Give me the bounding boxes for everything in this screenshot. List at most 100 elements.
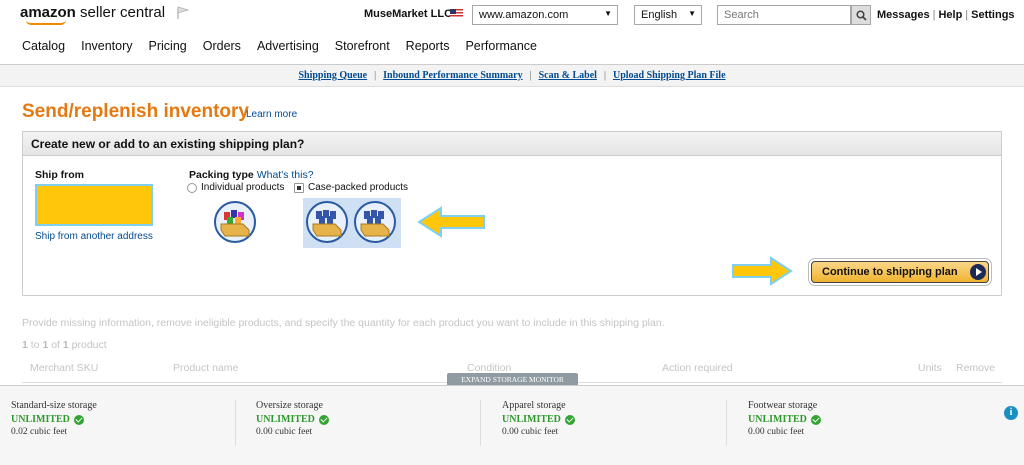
range-to: to xyxy=(30,339,40,351)
ship-from-another-link[interactable]: Ship from another address xyxy=(35,231,153,242)
storage-status: UNLIMITED xyxy=(256,414,481,425)
nav-catalog[interactable]: Catalog xyxy=(22,39,65,55)
case-packed-icon xyxy=(354,201,396,243)
range-total: 1 xyxy=(62,339,69,351)
top-bar: amazon seller central MuseMarket LLC www… xyxy=(0,0,1024,30)
help-link[interactable]: Help xyxy=(938,9,962,21)
chevron-down-icon: ▼ xyxy=(688,9,696,18)
storage-footwear: Footwear storage UNLIMITED 0.00 cubic fe… xyxy=(748,400,973,437)
individual-products-option[interactable]: Individual products xyxy=(187,182,284,193)
continue-to-shipping-plan-button[interactable]: Continue to shipping plan xyxy=(811,261,989,283)
divider: | xyxy=(965,9,969,21)
nav-inventory[interactable]: Inventory xyxy=(81,39,132,55)
col-remove[interactable]: Remove xyxy=(956,362,995,374)
learn-more-link[interactable]: Learn more xyxy=(246,109,297,120)
messages-link[interactable]: Messages xyxy=(877,9,930,21)
col-units[interactable]: Units xyxy=(918,362,942,374)
check-icon xyxy=(564,414,575,425)
storage-amount: 0.00 cubic feet xyxy=(256,427,313,437)
result-range: 1 to 1 of 1 product xyxy=(22,339,107,351)
range-end: 1 xyxy=(42,339,49,351)
scan-label-link[interactable]: Scan & Label xyxy=(539,70,597,81)
check-icon xyxy=(73,414,84,425)
marketplace-select[interactable]: www.amazon.com ▼ xyxy=(472,5,618,25)
case-packed-radio[interactable] xyxy=(294,182,304,193)
storage-label: Oversize storage xyxy=(256,400,323,411)
seller-central-logo[interactable]: amazon seller central xyxy=(20,4,165,21)
settings-link[interactable]: Settings xyxy=(971,9,1014,21)
nav-reports[interactable]: Reports xyxy=(406,39,450,55)
expand-storage-monitor-tab[interactable]: EXPAND STORAGE MONITOR xyxy=(447,373,578,385)
search-button[interactable] xyxy=(851,5,871,25)
sub-nav: Shipping Queue | Inbound Performance Summa… xyxy=(0,64,1024,87)
storage-status: UNLIMITED xyxy=(748,414,973,425)
divider: | xyxy=(603,70,606,81)
flag-icon[interactable] xyxy=(176,6,190,20)
individual-products-icon xyxy=(214,201,256,243)
check-icon xyxy=(810,414,821,425)
storage-status: UNLIMITED xyxy=(11,414,236,425)
arrow-left-icon xyxy=(417,206,485,238)
play-icon xyxy=(970,264,986,280)
ship-from-label: Ship from xyxy=(35,169,84,181)
us-flag-icon xyxy=(450,9,463,18)
language-value: English xyxy=(641,9,678,21)
packing-type-label: Packing type What's this? xyxy=(189,169,314,181)
storage-amount: 0.02 cubic feet xyxy=(11,427,68,437)
panel-heading: Create new or add to an existing shippin… xyxy=(23,132,1001,156)
merchant-name[interactable]: MuseMarket LLC xyxy=(364,8,452,20)
storage-oversize: Oversize storage UNLIMITED 0.00 cubic fe… xyxy=(256,400,481,437)
divider xyxy=(726,400,727,446)
divider: | xyxy=(529,70,532,81)
marketplace-value: www.amazon.com xyxy=(479,9,569,21)
storage-label: Apparel storage xyxy=(502,400,566,411)
storage-monitor: Standard-size storage UNLIMITED 0.02 cub… xyxy=(0,385,1024,465)
upload-plan-link[interactable]: Upload Shipping Plan File xyxy=(613,70,726,81)
range-start: 1 xyxy=(22,339,28,351)
storage-amount: 0.00 cubic feet xyxy=(748,427,805,437)
shipping-queue-link[interactable]: Shipping Queue xyxy=(298,70,367,81)
nav-storefront[interactable]: Storefront xyxy=(335,39,390,55)
storage-status: UNLIMITED xyxy=(502,414,727,425)
individual-label: Individual products xyxy=(201,182,285,193)
page-title: Send/replenish inventory xyxy=(22,101,249,122)
col-product-name[interactable]: Product name xyxy=(173,362,238,374)
status-text: UNLIMITED xyxy=(256,414,315,425)
case-packed-label: Case-packed products xyxy=(308,182,409,193)
nav-advertising[interactable]: Advertising xyxy=(257,39,319,55)
main-nav: Catalog Inventory Pricing Orders Adverti… xyxy=(22,39,553,55)
divider: | xyxy=(374,70,377,81)
divider: | xyxy=(932,9,936,21)
status-text: UNLIMITED xyxy=(748,414,807,425)
col-merchant-sku[interactable]: Merchant SKU xyxy=(30,362,98,374)
divider xyxy=(480,400,481,446)
col-action-required[interactable]: Action required xyxy=(662,362,733,374)
storage-amount: 0.00 cubic feet xyxy=(502,427,559,437)
inbound-performance-link[interactable]: Inbound Performance Summary xyxy=(383,70,522,81)
individual-radio[interactable] xyxy=(187,182,197,193)
instruction-text: Provide missing information, remove inel… xyxy=(22,317,665,329)
range-unit: product xyxy=(71,339,107,351)
storage-apparel: Apparel storage UNLIMITED 0.00 cubic fee… xyxy=(502,400,727,437)
storage-label: Footwear storage xyxy=(748,400,818,411)
info-icon[interactable]: i xyxy=(1004,406,1018,420)
arrow-right-icon xyxy=(732,256,793,286)
nav-orders[interactable]: Orders xyxy=(203,39,241,55)
range-of: of xyxy=(51,339,60,351)
search-input[interactable]: Search xyxy=(717,5,851,25)
nav-pricing[interactable]: Pricing xyxy=(149,39,187,55)
packing-type-text: Packing type xyxy=(189,169,254,181)
language-select[interactable]: English ▼ xyxy=(634,5,702,25)
shipping-plan-panel: Create new or add to an existing shippin… xyxy=(22,131,1002,296)
case-packed-option[interactable]: Case-packed products xyxy=(294,182,408,193)
chevron-down-icon: ▼ xyxy=(604,9,612,18)
search-icon xyxy=(856,10,867,21)
logo-smile-icon xyxy=(26,20,66,25)
whats-this-link[interactable]: What's this? xyxy=(257,169,314,181)
status-text: UNLIMITED xyxy=(502,414,561,425)
logo-brand: amazon xyxy=(20,4,76,21)
check-icon xyxy=(318,414,329,425)
nav-performance[interactable]: Performance xyxy=(465,39,537,55)
case-packed-icon xyxy=(306,201,348,243)
logo-product: seller central xyxy=(80,4,166,21)
